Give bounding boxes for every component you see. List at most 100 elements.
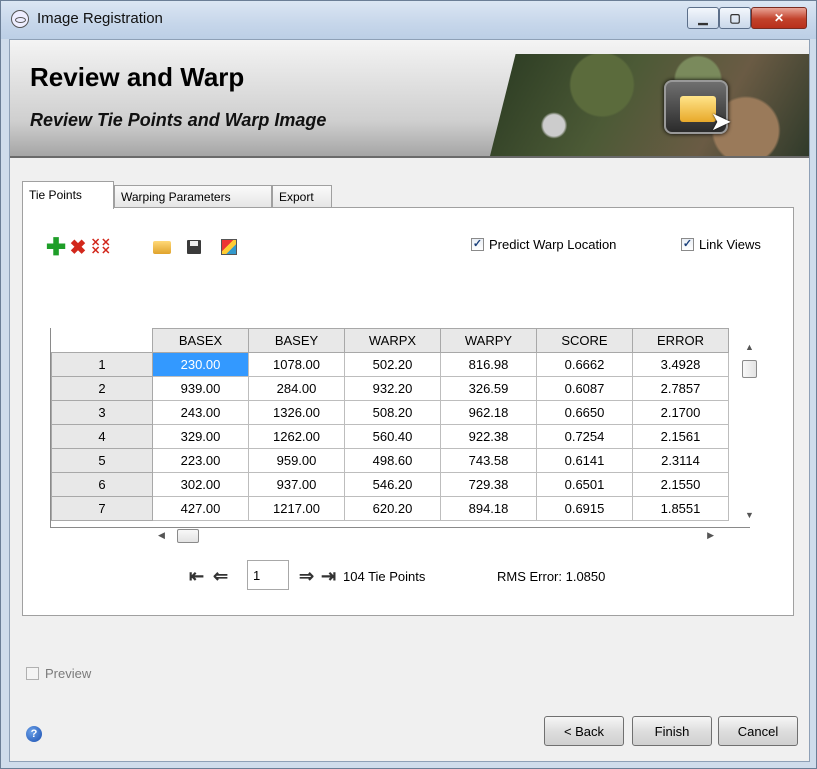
horizontal-scrollbar[interactable]: ◀ ▶	[153, 528, 716, 545]
table-cell[interactable]: 243.00	[152, 400, 249, 425]
link-views-check-icon[interactable]: ✓	[681, 238, 694, 251]
table-cell[interactable]: 939.00	[152, 376, 249, 401]
column-header[interactable]: BASEY	[248, 328, 345, 353]
table-cell[interactable]: 1262.00	[248, 424, 345, 449]
table-cell[interactable]: 0.6501	[536, 472, 633, 497]
table-cell[interactable]: 508.20	[344, 400, 441, 425]
table-cell[interactable]: 922.38	[440, 424, 537, 449]
table-cell[interactable]: 816.98	[440, 352, 537, 377]
row-header[interactable]: 1	[51, 352, 153, 377]
plus-icon[interactable]: ✚	[45, 234, 67, 261]
delete-icon[interactable]: ✖	[67, 237, 89, 259]
table-cell[interactable]: 498.60	[344, 448, 441, 473]
table-cell[interactable]: 230.00	[152, 352, 249, 377]
table-cell[interactable]: 427.00	[152, 496, 249, 521]
minimize-button[interactable]: ▁	[687, 7, 719, 29]
table-cell[interactable]: 743.58	[440, 448, 537, 473]
scroll-right-icon[interactable]: ▶	[707, 530, 714, 541]
table-cell[interactable]: 1.8551	[632, 496, 729, 521]
column-header[interactable]: ERROR	[632, 328, 729, 353]
vertical-scrollbar[interactable]: ▲ ▼	[740, 342, 760, 528]
previous-page-icon[interactable]: ⇐	[213, 566, 228, 587]
scroll-up-icon[interactable]: ▲	[745, 342, 754, 352]
table-cell[interactable]: 326.59	[440, 376, 537, 401]
tab-warping-parameters[interactable]: Warping Parameters	[114, 185, 272, 208]
table-row[interactable]: 1 230.00 1078.00 502.20 816.98 0.6662 3.…	[51, 352, 729, 377]
table-cell[interactable]: 2.1561	[632, 424, 729, 449]
table-cell[interactable]: 329.00	[152, 424, 249, 449]
table-cell[interactable]: 502.20	[344, 352, 441, 377]
table-cell[interactable]: 3.4928	[632, 352, 729, 377]
page-number-input[interactable]	[247, 560, 289, 590]
finish-button[interactable]: Finish	[632, 716, 712, 746]
row-header[interactable]: 5	[51, 448, 153, 473]
table-cell[interactable]: 0.6087	[536, 376, 633, 401]
row-header[interactable]: 2	[51, 376, 153, 401]
table-cell[interactable]: 302.00	[152, 472, 249, 497]
table-row[interactable]: 3 243.00 1326.00 508.20 962.18 0.6650 2.…	[51, 400, 729, 425]
table-cell[interactable]: 1078.00	[248, 352, 345, 377]
first-page-icon[interactable]: ⇤	[189, 566, 204, 587]
table-cell[interactable]: 0.6141	[536, 448, 633, 473]
table-cell[interactable]: 1217.00	[248, 496, 345, 521]
predict-warp-check-icon[interactable]: ✓	[471, 238, 484, 251]
table-row[interactable]: 5 223.00 959.00 498.60 743.58 0.6141 2.3…	[51, 448, 729, 473]
table-row[interactable]: 6 302.00 937.00 546.20 729.38 0.6501 2.1…	[51, 472, 729, 497]
row-header[interactable]: 4	[51, 424, 153, 449]
predict-warp-checkbox[interactable]: ✓ Predict Warp Location	[471, 237, 616, 252]
table-cell[interactable]: 0.6915	[536, 496, 633, 521]
row-header[interactable]: 7	[51, 496, 153, 521]
row-header[interactable]: 3	[51, 400, 153, 425]
vertical-scroll-thumb[interactable]	[742, 360, 757, 378]
scroll-left-icon[interactable]: ◀	[158, 530, 165, 541]
maximize-button[interactable]: ▢	[719, 7, 751, 29]
banner-satellite-image	[490, 54, 809, 156]
table-row[interactable]: 4 329.00 1262.00 560.40 922.38 0.7254 2.…	[51, 424, 729, 449]
close-button[interactable]: ✕	[751, 7, 807, 29]
table-cell[interactable]: 223.00	[152, 448, 249, 473]
preview-checkbox[interactable]: Preview	[26, 666, 91, 681]
table-row[interactable]: 7 427.00 1217.00 620.20 894.18 0.6915 1.…	[51, 496, 729, 521]
table-cell[interactable]: 932.20	[344, 376, 441, 401]
cancel-button[interactable]: Cancel	[718, 716, 798, 746]
table-cell[interactable]: 2.7857	[632, 376, 729, 401]
column-header[interactable]: WARPY	[440, 328, 537, 353]
last-page-icon[interactable]: ⇥	[321, 566, 336, 587]
table-cell[interactable]: 2.1550	[632, 472, 729, 497]
row-header[interactable]: 6	[51, 472, 153, 497]
table-cell[interactable]: 0.6650	[536, 400, 633, 425]
table-cell[interactable]: 560.40	[344, 424, 441, 449]
table-cell[interactable]: 620.20	[344, 496, 441, 521]
table-cell[interactable]: 729.38	[440, 472, 537, 497]
table-cell[interactable]: 0.6662	[536, 352, 633, 377]
tab-export[interactable]: Export	[272, 185, 332, 208]
column-header[interactable]: WARPX	[344, 328, 441, 353]
link-views-checkbox[interactable]: ✓ Link Views	[681, 237, 761, 252]
next-page-icon[interactable]: ⇒	[299, 566, 314, 587]
table-cell[interactable]: 546.20	[344, 472, 441, 497]
table-cell[interactable]: 937.00	[248, 472, 345, 497]
column-header[interactable]: BASEX	[152, 328, 249, 353]
scroll-down-icon[interactable]: ▼	[745, 510, 754, 520]
save-icon[interactable]	[183, 237, 205, 257]
delete-all-icon[interactable]: ✕✕ ✕✕	[91, 237, 113, 257]
table-cell[interactable]: 2.1700	[632, 400, 729, 425]
column-header[interactable]: SCORE	[536, 328, 633, 353]
folder-open-icon[interactable]	[151, 237, 173, 257]
tie-points-table[interactable]: BASEX BASEY WARPX WARPY SCORE ERROR 1 23…	[50, 328, 750, 528]
layer-icon[interactable]	[218, 237, 240, 257]
table-cell[interactable]: 894.18	[440, 496, 537, 521]
tab-tie-points[interactable]: Tie Points	[22, 181, 114, 209]
table-cell[interactable]: 0.7254	[536, 424, 633, 449]
help-icon[interactable]: ?	[26, 726, 42, 742]
back-button[interactable]: < Back	[544, 716, 624, 746]
dialog-body: Review and Warp Review Tie Points and Wa…	[9, 39, 810, 762]
table-row[interactable]: 2 939.00 284.00 932.20 326.59 0.6087 2.7…	[51, 376, 729, 401]
table-cell[interactable]: 962.18	[440, 400, 537, 425]
table-cell[interactable]: 2.3114	[632, 448, 729, 473]
preview-check-icon[interactable]	[26, 667, 39, 680]
table-cell[interactable]: 1326.00	[248, 400, 345, 425]
horizontal-scroll-thumb[interactable]	[177, 529, 199, 543]
table-cell[interactable]: 959.00	[248, 448, 345, 473]
table-cell[interactable]: 284.00	[248, 376, 345, 401]
